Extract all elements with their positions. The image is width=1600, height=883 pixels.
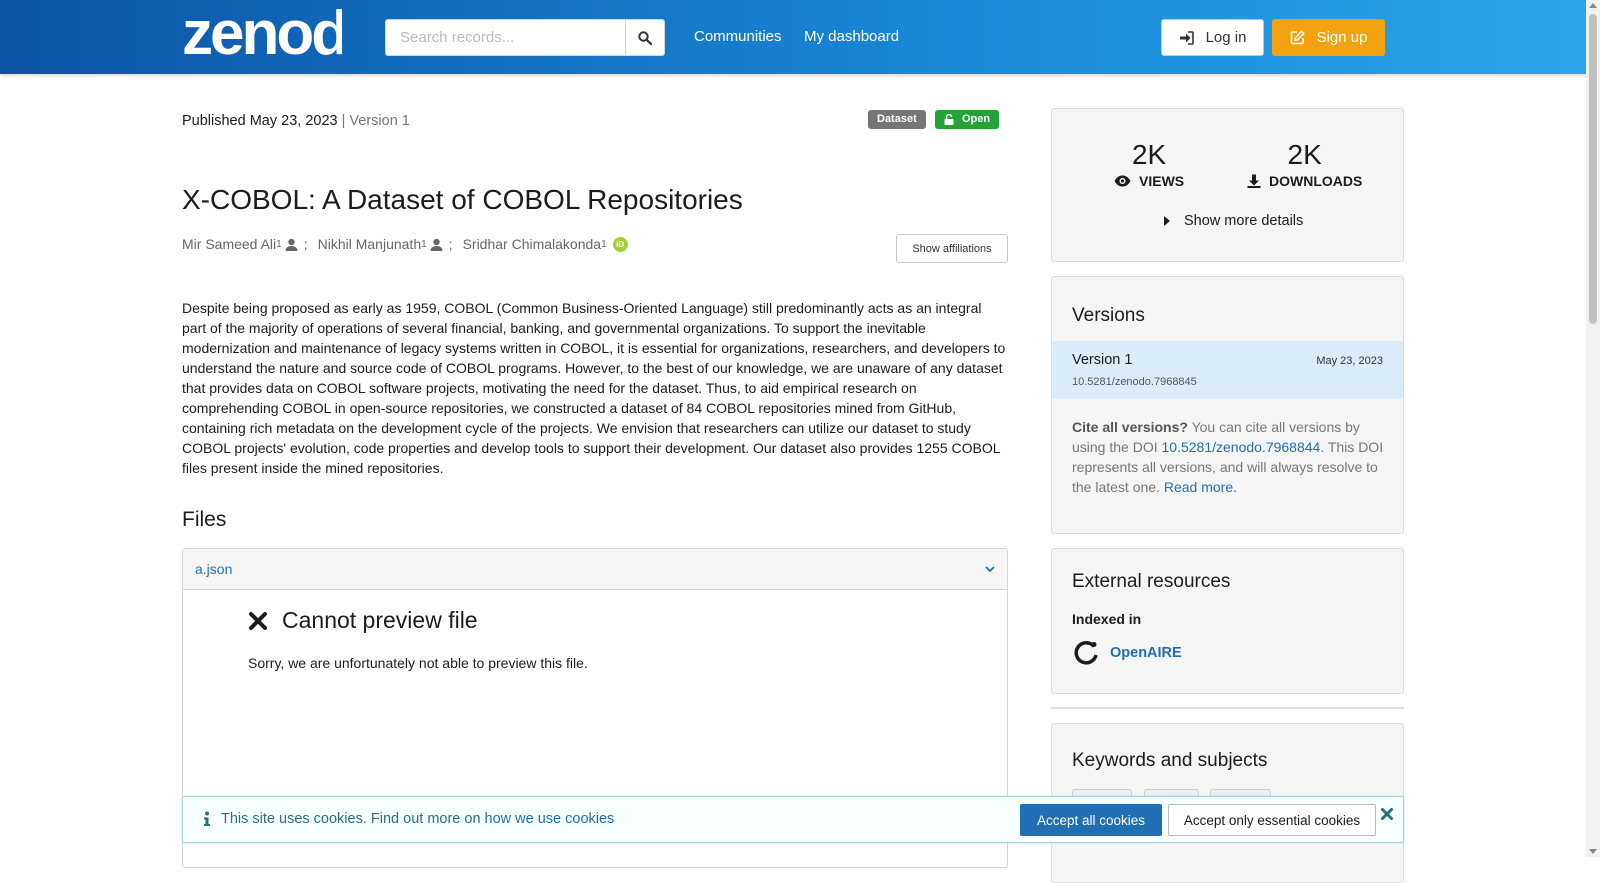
creator-separator: ; <box>303 236 308 252</box>
views-label: VIEWS <box>1139 173 1185 189</box>
user-icon <box>430 238 443 251</box>
affiliation-number: 1 <box>276 238 282 250</box>
stats-panel: 2K VIEWS 2K DOWNLOADS Show more details <box>1051 108 1404 262</box>
login-button[interactable]: Log in <box>1161 19 1264 56</box>
login-label: Log in <box>1205 29 1247 46</box>
external-resources-heading: External resources <box>1072 571 1231 592</box>
views-count: 2K <box>1131 139 1167 170</box>
creator-name[interactable]: Sridhar Chimalakonda <box>463 236 602 252</box>
access-label: Open <box>962 113 991 125</box>
accept-all-cookies-button[interactable]: Accept all cookies <box>1020 804 1162 836</box>
published-date: Published May 23, 2023 <box>182 113 338 129</box>
version-name[interactable]: Version 1 <box>1072 352 1132 368</box>
scroll-down-arrow[interactable] <box>1589 849 1597 854</box>
versions-heading: Versions <box>1072 305 1145 326</box>
user-icon <box>285 238 298 251</box>
external-resources-panel: External resources Indexed in OpenAIRE <box>1051 548 1404 694</box>
downloads-stat: 2K DOWNLOADS <box>1247 139 1362 189</box>
preview-message-block: Cannot preview file Sorry, we are unfort… <box>248 607 588 671</box>
creators-list: Mir Sameed Ali 1 ; Nikhil Manjunath 1 ; Sr… <box>182 236 628 252</box>
openaire-link[interactable]: OpenAIRE <box>1072 639 1182 667</box>
chevron-down-icon[interactable] <box>985 565 995 573</box>
cookie-policy-link[interactable]: how we use cookies <box>485 811 615 827</box>
creator-name[interactable]: Nikhil Manjunath <box>318 236 422 252</box>
preview-message: Sorry, we are unfortunately not able to … <box>248 655 588 671</box>
downloads-label: DOWNLOADS <box>1269 173 1363 189</box>
unlock-icon <box>944 114 954 125</box>
sidebar-divider <box>1051 707 1404 709</box>
cite-all-title: Cite all versions? <box>1072 419 1188 435</box>
download-icon <box>1247 174 1261 188</box>
version-label: | Version 1 <box>341 113 410 129</box>
close-icon <box>249 611 267 630</box>
openaire-label[interactable]: OpenAIRE <box>1110 645 1182 661</box>
views-stat: 2K VIEWS <box>1114 139 1184 189</box>
record-description: Despite being proposed as early as 1959,… <box>182 300 1006 476</box>
scroll-up-arrow[interactable] <box>1589 3 1597 8</box>
affiliation-number: 1 <box>601 238 607 250</box>
zenodo-logo[interactable]: zenodo <box>182 0 385 68</box>
close-icon[interactable] <box>1381 808 1393 820</box>
top-header: zenodo Communities My dashboard Log in S… <box>0 0 1586 74</box>
record-title: X-COBOL: A Dataset of COBOL Repositories <box>182 184 743 215</box>
search-icon <box>638 30 652 45</box>
downloads-count: 2K <box>1287 139 1322 170</box>
cookie-text: This site uses cookies. Find out more on <box>221 811 485 827</box>
files-heading: Files <box>182 508 227 531</box>
scrollbar-thumb[interactable] <box>1589 14 1597 324</box>
version-doi: 10.5281/zenodo.7968845 <box>1072 376 1197 388</box>
read-more-link[interactable]: Read more. <box>1164 479 1237 495</box>
access-badge: Open <box>935 110 1000 129</box>
cookie-message: This site uses cookies. Find out more on… <box>221 811 614 827</box>
indexed-in-label: Indexed in <box>1072 611 1142 627</box>
accept-essential-cookies-button[interactable]: Accept only essential cookies <box>1168 804 1376 836</box>
version-item[interactable]: Version 1 10.5281/zenodo.7968845 May 23,… <box>1052 341 1403 399</box>
page-scrollbar[interactable] <box>1586 0 1600 857</box>
resource-type-badge: Dataset <box>868 110 926 129</box>
show-affiliations-button[interactable]: Show affiliations <box>896 234 1008 263</box>
sign-in-icon <box>1179 30 1194 45</box>
show-more-details-toggle[interactable]: Show more details <box>1164 213 1303 229</box>
affiliation-number: 1 <box>421 238 427 250</box>
cite-all-versions: Cite all versions? You can cite all vers… <box>1072 417 1387 497</box>
creator-separator: ; <box>448 236 453 252</box>
preview-title: Cannot preview file <box>248 607 588 634</box>
preview-title-text: Cannot preview file <box>282 607 478 633</box>
search-input[interactable] <box>385 19 625 56</box>
keywords-heading: Keywords and subjects <box>1072 750 1268 771</box>
versions-panel: Versions Version 1 10.5281/zenodo.796884… <box>1051 276 1404 534</box>
signup-button[interactable]: Sign up <box>1272 19 1385 56</box>
concept-doi-link[interactable]: 10.5281/zenodo.7968844 <box>1162 439 1321 455</box>
file-name-link[interactable]: a.json <box>195 561 232 577</box>
creator-name[interactable]: Mir Sameed Ali <box>182 236 276 252</box>
search-bar <box>385 19 665 56</box>
signup-label: Sign up <box>1316 29 1368 46</box>
nav-my-dashboard[interactable]: My dashboard <box>804 28 899 45</box>
cookie-banner: This site uses cookies. Find out more on… <box>182 796 1404 843</box>
orcid-icon[interactable]: iD <box>612 236 628 252</box>
nav-communities[interactable]: Communities <box>694 28 782 45</box>
file-accordion-header[interactable]: a.json <box>183 549 1007 590</box>
search-button[interactable] <box>625 19 665 56</box>
more-details-label: Show more details <box>1184 213 1304 229</box>
info-icon <box>204 811 210 826</box>
openaire-logo-icon <box>1074 641 1098 665</box>
svg-text:zenodo: zenodo <box>182 6 342 62</box>
eye-icon <box>1114 175 1131 187</box>
version-date: May 23, 2023 <box>1316 355 1383 367</box>
publication-info: Published May 23, 2023 | Version 1 <box>182 113 410 129</box>
caret-right-icon <box>1164 216 1170 226</box>
edit-icon <box>1290 30 1305 45</box>
